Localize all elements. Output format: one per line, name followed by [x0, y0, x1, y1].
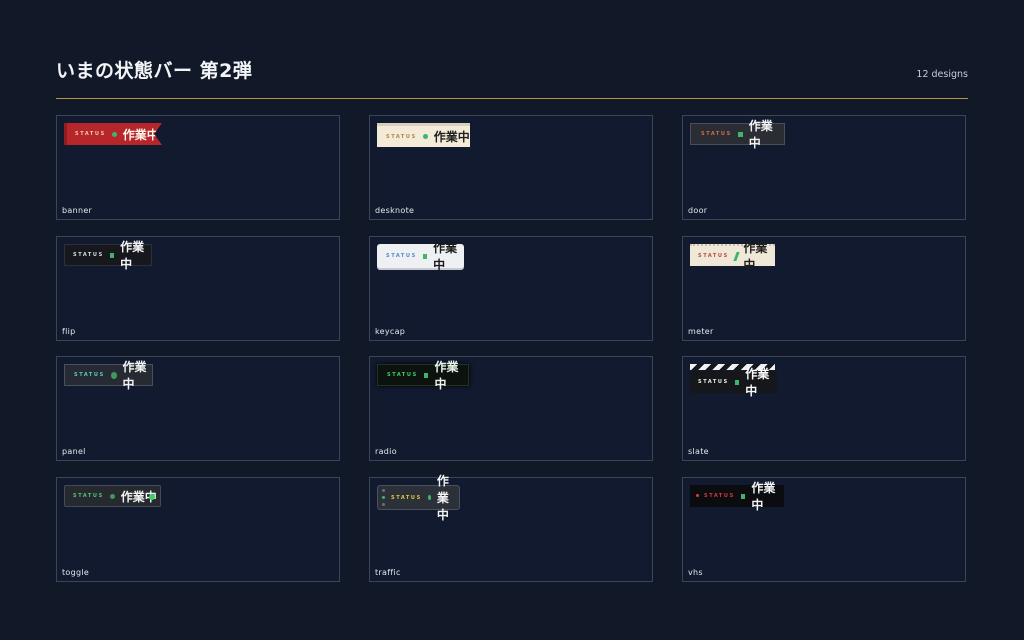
design-card-keycap[interactable]: STATUS 作業中 keycap — [369, 236, 653, 341]
toggle-led-icon — [149, 494, 155, 500]
status-label: STATUS — [391, 494, 422, 501]
status-label: STATUS — [74, 372, 105, 378]
design-card-vhs[interactable]: STATUS 作業中 vhs — [682, 477, 966, 582]
header-divider — [56, 98, 968, 99]
status-indicator-dot — [110, 371, 117, 379]
status-indicator-dot — [111, 131, 117, 137]
status-value: 作業中 — [743, 241, 768, 272]
design-name: slate — [688, 447, 709, 456]
design-card-door[interactable]: STATUS 作業中 door — [682, 115, 966, 220]
status-value: 作業中 — [433, 241, 458, 272]
design-name: panel — [62, 447, 86, 456]
status-indicator-dot — [734, 379, 740, 385]
design-card-banner[interactable]: STATUS 作業中 banner — [56, 115, 340, 220]
status-value: 作業中 — [436, 474, 449, 522]
design-card-slate[interactable]: STATUS 作業中 slate — [682, 356, 966, 461]
traffic-light-red-icon — [382, 489, 385, 492]
design-card-meter[interactable]: STATUS 作業中 meter — [682, 236, 966, 341]
page-header: いまの状態バー 第2弾 12 designs — [56, 56, 968, 98]
design-name: keycap — [375, 327, 406, 336]
status-label: STATUS — [386, 253, 417, 259]
design-name: meter — [688, 327, 714, 336]
status-label: STATUS — [704, 493, 735, 499]
status-label: STATUS — [698, 253, 729, 259]
status-indicator-dot — [740, 493, 746, 499]
status-badge-desknote: STATUS 作業中 — [377, 123, 470, 147]
design-count: 12 designs — [916, 69, 968, 80]
traffic-light-green-icon — [382, 496, 385, 499]
status-label: STATUS — [73, 252, 104, 258]
status-value: 作業中 — [122, 360, 147, 391]
status-value: 作業中 — [745, 367, 770, 398]
status-badge-banner: STATUS 作業中 — [64, 123, 162, 145]
meter-needle — [733, 251, 740, 261]
traffic-light-off-icon — [382, 503, 385, 506]
status-badge-door: STATUS 作業中 — [690, 119, 785, 150]
status-value: 作業中 — [120, 240, 145, 271]
status-badge-radio: STATUS 作業中 — [377, 360, 469, 391]
status-value: 作業中 — [433, 130, 470, 144]
status-label: STATUS — [75, 131, 106, 137]
status-badge-vhs: STATUS 作業中 — [690, 481, 784, 512]
status-label: STATUS — [701, 131, 732, 137]
design-card-toggle[interactable]: STATUS 作業中 toggle — [56, 477, 340, 582]
status-label: STATUS — [698, 379, 729, 385]
design-name: vhs — [688, 568, 703, 577]
status-badge-panel: STATUS 作業中 — [64, 360, 153, 391]
status-value: 作業中 — [434, 360, 459, 391]
design-name: desknote — [375, 206, 415, 215]
status-value: 作業中 — [122, 127, 159, 142]
status-label: STATUS — [387, 372, 418, 378]
status-badge-slate: STATUS 作業中 — [690, 367, 777, 398]
design-name: banner — [62, 206, 93, 215]
status-indicator-dot — [109, 493, 115, 499]
design-card-desknote[interactable]: STATUS 作業中 desknote — [369, 115, 653, 220]
design-card-flip[interactable]: STATUS 作業中 flip — [56, 236, 340, 341]
status-indicator-dot — [427, 495, 431, 500]
status-indicator-dot — [422, 253, 428, 259]
status-badge-keycap: STATUS 作業中 — [377, 241, 464, 272]
design-card-traffic[interactable]: STATUS 作業中 traffic — [369, 474, 653, 582]
status-value: 作業中 — [751, 481, 776, 512]
design-name: flip — [62, 327, 76, 336]
record-icon — [696, 494, 699, 497]
design-card-radio[interactable]: STATUS 作業中 radio — [369, 356, 653, 461]
design-name: radio — [375, 447, 397, 456]
status-badge-meter: STATUS 作業中 — [690, 241, 775, 272]
status-label: STATUS — [386, 133, 417, 140]
design-name: door — [688, 206, 708, 215]
status-indicator-dot — [109, 252, 115, 258]
page-title: いまの状態バー 第2弾 — [56, 60, 253, 82]
design-card-panel[interactable]: STATUS 作業中 panel — [56, 356, 340, 461]
status-indicator-dot — [422, 134, 428, 139]
status-indicator-dot — [423, 372, 429, 378]
design-name: traffic — [375, 568, 401, 577]
status-label: STATUS — [73, 493, 104, 499]
status-badge-traffic: STATUS 作業中 — [377, 474, 460, 522]
status-value: 作業中 — [748, 119, 773, 150]
status-indicator-dot — [737, 131, 743, 137]
status-badge-toggle: STATUS 作業中 — [64, 485, 161, 507]
status-badge-flip: STATUS 作業中 — [64, 240, 152, 271]
design-name: toggle — [62, 568, 90, 577]
